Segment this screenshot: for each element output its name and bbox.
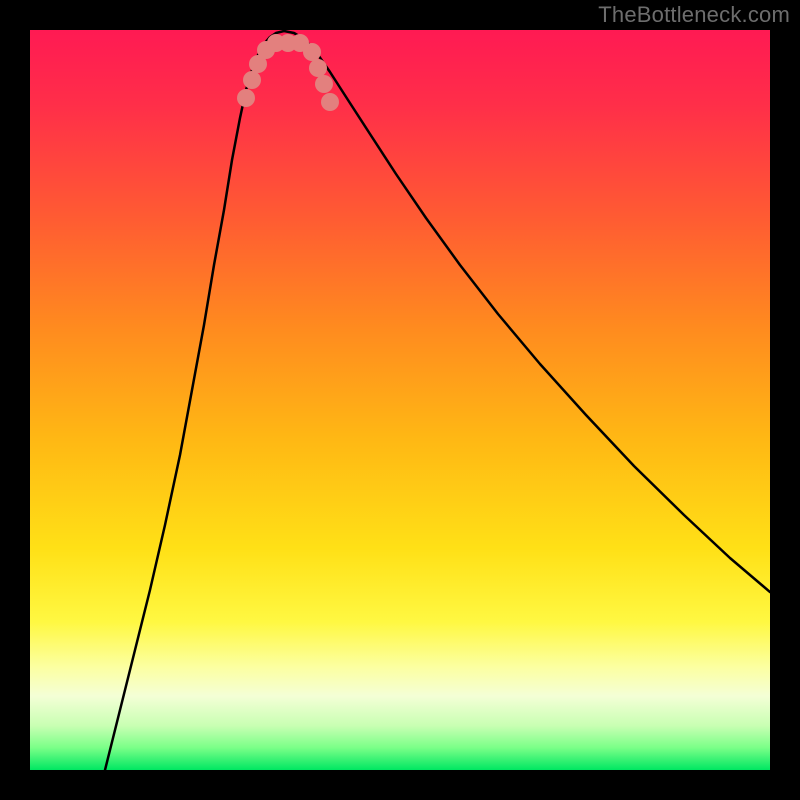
data-marker xyxy=(321,93,339,111)
plot-area xyxy=(30,30,770,770)
data-marker xyxy=(243,71,261,89)
data-marker xyxy=(309,59,327,77)
chart-frame: TheBottleneck.com xyxy=(0,0,800,800)
data-marker xyxy=(303,43,321,61)
gradient-background xyxy=(30,30,770,770)
data-marker xyxy=(237,89,255,107)
data-marker xyxy=(315,75,333,93)
watermark-text: TheBottleneck.com xyxy=(598,2,790,28)
bottleneck-chart xyxy=(30,30,770,770)
